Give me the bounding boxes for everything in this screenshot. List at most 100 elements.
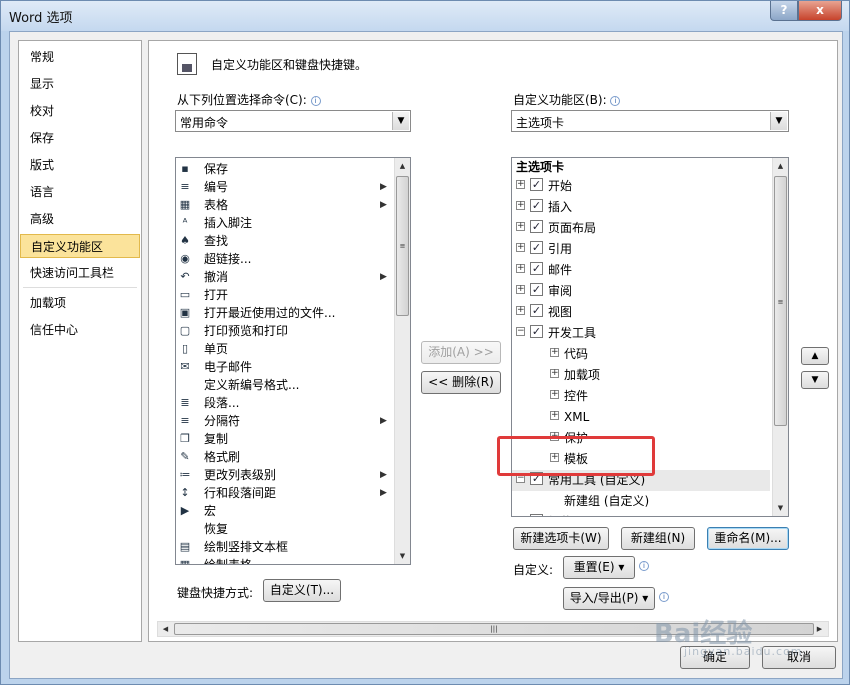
checkbox[interactable]: ✓ bbox=[530, 241, 543, 254]
expand-icon[interactable]: + bbox=[516, 285, 525, 294]
command-item[interactable]: ▭ 打开 bbox=[176, 286, 394, 304]
expand-icon[interactable]: + bbox=[516, 201, 525, 210]
nav-item-2[interactable]: 校对 bbox=[20, 99, 140, 123]
scroll-right-icon[interactable]: ▶ bbox=[812, 621, 827, 637]
nav-item-6[interactable]: 高级 bbox=[20, 207, 140, 231]
expand-icon[interactable]: + bbox=[517, 516, 525, 517]
command-item[interactable]: ≣ 段落... bbox=[176, 394, 394, 412]
expand-icon[interactable]: + bbox=[550, 348, 559, 357]
tree-node[interactable]: + 控件 bbox=[512, 386, 770, 407]
nav-item-7[interactable]: 自定义功能区 bbox=[20, 234, 140, 258]
command-item[interactable]: ≡ 编号 ▶ bbox=[176, 178, 394, 196]
commands-source-dropdown[interactable]: 常用命令 ▼ bbox=[175, 110, 411, 132]
command-item[interactable]: ◉ 超链接... bbox=[176, 250, 394, 268]
close-button[interactable]: x bbox=[798, 1, 842, 21]
scroll-up-icon[interactable]: ▲ bbox=[773, 158, 788, 174]
expand-icon[interactable]: + bbox=[516, 180, 525, 189]
nav-item-3[interactable]: 保存 bbox=[20, 126, 140, 150]
expand-icon[interactable]: + bbox=[516, 243, 525, 252]
tree-node[interactable]: + ✓ 引用 bbox=[512, 239, 770, 260]
list-level-icon: ≔ bbox=[179, 468, 191, 481]
nav-item-4[interactable]: 版式 bbox=[20, 153, 140, 177]
scroll-down-icon[interactable]: ▼ bbox=[395, 548, 410, 564]
tree-scrollbar[interactable]: ▲ ≡ ▼ bbox=[772, 158, 788, 516]
checkbox[interactable]: ✓ bbox=[530, 199, 543, 212]
command-item[interactable]: 恢复 bbox=[176, 520, 394, 538]
command-item[interactable]: ▤ 绘制竖排文本框 bbox=[176, 538, 394, 556]
tree-node[interactable]: + XML bbox=[512, 407, 770, 428]
command-item[interactable]: ≡ 分隔符 ▶ bbox=[176, 412, 394, 430]
checkbox[interactable]: ✓ bbox=[530, 325, 543, 338]
tree-node[interactable]: + 代码 bbox=[512, 344, 770, 365]
command-item[interactable]: ▦ 绘制表格 bbox=[176, 556, 394, 564]
tree-node[interactable]: + ✓ 页面布局 bbox=[512, 218, 770, 239]
command-item[interactable]: ▢ 打印预览和打印 bbox=[176, 322, 394, 340]
checkbox[interactable]: ✓ bbox=[530, 283, 543, 296]
new-tab-button[interactable]: 新建选项卡(W) bbox=[513, 527, 609, 550]
nav-item-0[interactable]: 常规 bbox=[20, 45, 140, 69]
expand-icon[interactable]: + bbox=[550, 369, 559, 378]
command-item[interactable]: ▣ 打开最近使用过的文件... bbox=[176, 304, 394, 322]
commands-scrollbar[interactable]: ▲ ≡ ▼ bbox=[394, 158, 410, 564]
tree-node-label: 加载项 bbox=[564, 368, 601, 382]
command-item[interactable]: ▶ 宏 bbox=[176, 502, 394, 520]
checkbox[interactable]: ✓ bbox=[530, 514, 543, 516]
command-item[interactable]: ▪ 保存 bbox=[176, 160, 394, 178]
checkbox[interactable]: ✓ bbox=[530, 178, 543, 191]
command-item[interactable]: ♠ 查找 bbox=[176, 232, 394, 250]
new-group-button[interactable]: 新建组(N) bbox=[621, 527, 695, 550]
tree-node[interactable]: 新建组 (自定义) bbox=[512, 491, 770, 512]
ribbon-tabs-dropdown[interactable]: 主选项卡 ▼ bbox=[511, 110, 789, 132]
chevron-down-icon[interactable]: ▼ bbox=[392, 112, 409, 130]
command-item[interactable]: ▦ 表格 ▶ bbox=[176, 196, 394, 214]
tree-node[interactable]: + ✓ 邮件 bbox=[512, 260, 770, 281]
tree-node[interactable]: + ✓ 加载项 bbox=[512, 512, 770, 517]
chevron-down-icon[interactable]: ▼ bbox=[770, 112, 787, 130]
command-item[interactable]: ↕ 行和段落间距 ▶ bbox=[176, 484, 394, 502]
expand-icon[interactable]: + bbox=[516, 222, 525, 231]
nav-separator bbox=[23, 287, 137, 288]
nav-item-9[interactable]: 加载项 bbox=[20, 291, 140, 315]
command-item[interactable]: ≔ 更改列表级别 ▶ bbox=[176, 466, 394, 484]
import-export-button[interactable]: 导入/导出(P) ▾ bbox=[563, 587, 655, 610]
checkbox[interactable]: ✓ bbox=[530, 220, 543, 233]
tree-node[interactable]: + ✓ 审阅 bbox=[512, 281, 770, 302]
move-up-button[interactable]: ▲ bbox=[801, 347, 829, 365]
rename-button[interactable]: 重命名(M)... bbox=[707, 527, 789, 550]
tree-node[interactable]: + ✓ 视图 bbox=[512, 302, 770, 323]
commands-list[interactable]: ▦ 绘制表格 ▤ 绘制竖排文本框 恢复 ▶ 宏 ↕ 行和段落间距 ▶ ≔ 更改列表级别 ▶ ✎ 格式刷 ❐ 复制… bbox=[175, 157, 411, 565]
command-item[interactable]: ᴬ 插入脚注 bbox=[176, 214, 394, 232]
expand-icon[interactable]: + bbox=[550, 390, 559, 399]
command-item[interactable]: ✉ 电子邮件 bbox=[176, 358, 394, 376]
print-preview-icon: ▢ bbox=[179, 324, 191, 337]
reset-dropdown-button[interactable]: 重置(E) ▾ bbox=[563, 556, 635, 579]
tree-node[interactable]: + ✓ 开始 bbox=[512, 176, 770, 197]
tree-node[interactable]: − ✓ 开发工具 bbox=[512, 323, 770, 344]
remove-button[interactable]: << 删除(R) bbox=[421, 371, 501, 394]
add-button[interactable]: 添加(A) >> bbox=[421, 341, 501, 364]
nav-item-5[interactable]: 语言 bbox=[20, 180, 140, 204]
tree-node[interactable]: + 加载项 bbox=[512, 365, 770, 386]
expand-icon[interactable]: + bbox=[516, 306, 525, 315]
scroll-down-icon[interactable]: ▼ bbox=[773, 500, 788, 516]
move-down-button[interactable]: ▼ bbox=[801, 371, 829, 389]
customize-keyboard-button[interactable]: 自定义(T)... bbox=[263, 579, 341, 602]
command-item[interactable]: ↶ 撤消 ▶ bbox=[176, 268, 394, 286]
collapse-icon[interactable]: − bbox=[516, 327, 525, 336]
checkbox[interactable]: ✓ bbox=[530, 262, 543, 275]
scroll-left-icon[interactable]: ◀ bbox=[158, 621, 173, 637]
expand-icon[interactable]: + bbox=[516, 264, 525, 273]
help-button[interactable]: ? bbox=[770, 1, 798, 21]
scroll-up-icon[interactable]: ▲ bbox=[395, 158, 410, 174]
command-item[interactable]: ▯ 单页 bbox=[176, 340, 394, 358]
command-item[interactable]: ❐ 复制 bbox=[176, 430, 394, 448]
command-item[interactable]: ✎ 格式刷 bbox=[176, 448, 394, 466]
nav-item-8[interactable]: 快速访问工具栏 bbox=[20, 261, 140, 285]
command-item[interactable]: 定义新编号格式... bbox=[176, 376, 394, 394]
expand-icon[interactable]: + bbox=[550, 411, 559, 420]
nav-item-10[interactable]: 信任中心 bbox=[20, 318, 140, 342]
checkbox[interactable]: ✓ bbox=[530, 304, 543, 317]
tree-node[interactable]: + ✓ 插入 bbox=[512, 197, 770, 218]
scroll-grip-icon: ≡ bbox=[777, 298, 784, 306]
nav-item-1[interactable]: 显示 bbox=[20, 72, 140, 96]
